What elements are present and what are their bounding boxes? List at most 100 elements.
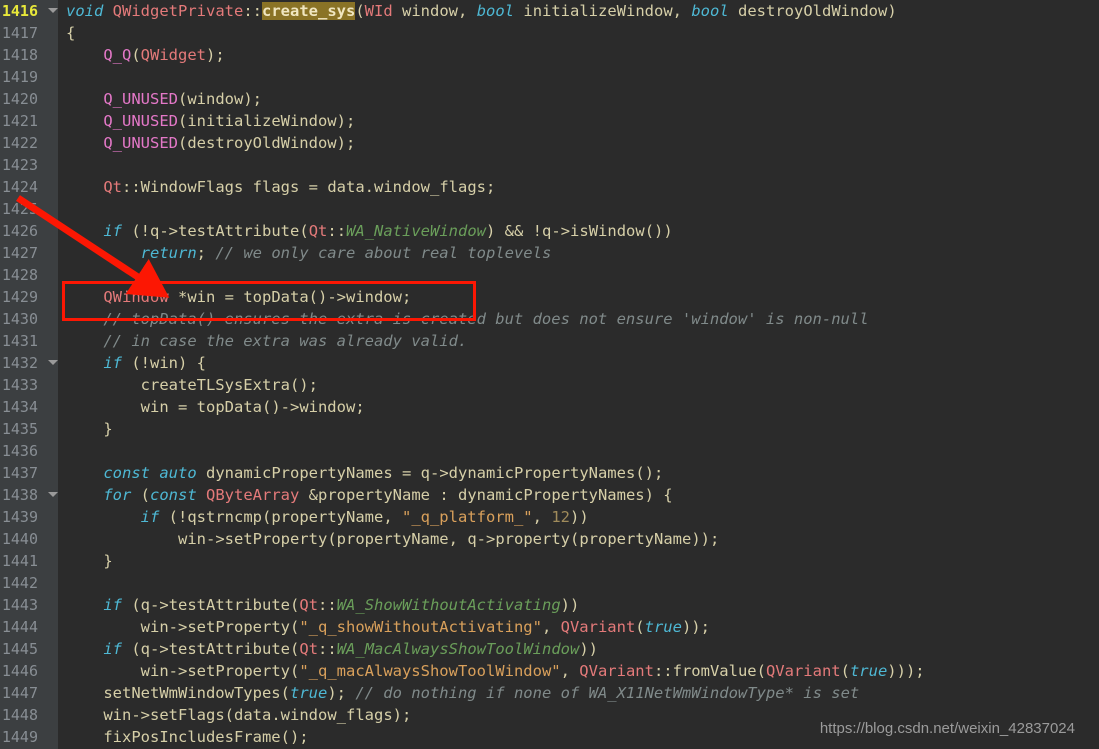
code-line[interactable]: return; // we only care about real tople… (58, 242, 1099, 264)
watermark-url: https://blog.csdn.net/weixin_42837024 (819, 720, 1075, 737)
line-number[interactable]: 1445 (0, 638, 58, 660)
line-number[interactable]: 1424 (0, 176, 58, 198)
code-line[interactable]: createTLSysExtra(); (58, 374, 1099, 396)
code-line[interactable]: Q_UNUSED(initializeWindow); (58, 110, 1099, 132)
code-line[interactable]: setNetWmWindowTypes(true); // do nothing… (58, 682, 1099, 704)
line-number[interactable]: 1427 (0, 242, 58, 264)
chevron-down-icon[interactable] (48, 492, 58, 497)
macro: Q_UNUSED (103, 112, 178, 130)
line-number[interactable]: 1423 (0, 154, 58, 176)
code-line[interactable] (58, 264, 1099, 286)
code-line[interactable]: void QWidgetPrivate::create_sys(WId wind… (58, 0, 1099, 22)
code-comment: // topData() ensures the extra is create… (103, 310, 869, 328)
line-number-current[interactable]: 1416 (0, 0, 58, 22)
code-line[interactable]: // topData() ensures the extra is create… (58, 308, 1099, 330)
line-number[interactable]: 1444 (0, 616, 58, 638)
code-content-area[interactable]: void QWidgetPrivate::create_sys(WId wind… (58, 0, 1099, 749)
code-line[interactable] (58, 572, 1099, 594)
line-number[interactable]: 1421 (0, 110, 58, 132)
line-number[interactable]: 1441 (0, 550, 58, 572)
line-number[interactable]: 1430 (0, 308, 58, 330)
type-name: WId (364, 2, 393, 20)
enum-value: WA_ShowWithoutActivating (336, 596, 561, 614)
code-line[interactable]: win = topData()->window; (58, 396, 1099, 418)
line-number[interactable]: 1446 (0, 660, 58, 682)
code-comment: // in case the extra was already valid. (103, 332, 468, 350)
code-line[interactable]: } (58, 418, 1099, 440)
code-line[interactable]: if (!win) { (58, 352, 1099, 374)
identifier: q (467, 530, 477, 548)
line-number[interactable]: 1438 (0, 484, 58, 506)
identifier: initializeWindow (523, 2, 673, 20)
line-number[interactable]: 1417 (0, 22, 58, 44)
identifier: window (402, 2, 459, 20)
code-line[interactable]: Qt::WindowFlags flags = data.window_flag… (58, 176, 1099, 198)
code-line[interactable]: win->setProperty("_q_showWithoutActivati… (58, 616, 1099, 638)
number-literal: 12 (551, 508, 570, 526)
line-number[interactable]: 1440 (0, 528, 58, 550)
code-line[interactable]: } (58, 550, 1099, 572)
code-line[interactable]: { (58, 22, 1099, 44)
code-line[interactable]: if (q->testAttribute(Qt::WA_MacAlwaysSho… (58, 638, 1099, 660)
line-number[interactable]: 1422 (0, 132, 58, 154)
code-line[interactable]: if (!qstrncmp(propertyName, "_q_platform… (58, 506, 1099, 528)
identifier: window (345, 288, 402, 306)
identifier: setProperty (224, 530, 328, 548)
identifier: flags (252, 178, 300, 196)
identifier: property (495, 530, 570, 548)
line-number[interactable]: 1442 (0, 572, 58, 594)
line-number[interactable]: 1448 (0, 704, 58, 726)
code-line[interactable] (58, 66, 1099, 88)
selected-text[interactable]: create_sys (262, 2, 356, 20)
code-line[interactable]: if (q->testAttribute(Qt::WA_ShowWithoutA… (58, 594, 1099, 616)
line-number[interactable]: 1432 (0, 352, 58, 374)
identifier: win (140, 618, 169, 636)
code-line[interactable] (58, 198, 1099, 220)
chevron-down-icon[interactable] (48, 360, 58, 365)
line-number[interactable]: 1426 (0, 220, 58, 242)
line-number-gutter[interactable]: 1415141614171418141914201421142214231424… (0, 0, 58, 749)
chevron-down-icon[interactable] (48, 8, 58, 13)
line-number[interactable]: 1449 (0, 726, 58, 748)
code-line[interactable]: Q_UNUSED(window); (58, 88, 1099, 110)
code-line[interactable] (58, 154, 1099, 176)
code-line[interactable]: Q_Q(QWidget); (58, 44, 1099, 66)
line-number[interactable]: 1435 (0, 418, 58, 440)
type-name: Qt (299, 640, 319, 658)
line-number[interactable]: 1419 (0, 66, 58, 88)
code-line[interactable] (58, 440, 1099, 462)
code-line[interactable]: const auto dynamicPropertyNames = q->dyn… (58, 462, 1099, 484)
keyword: if (103, 222, 122, 240)
line-number[interactable]: 1439 (0, 506, 58, 528)
line-number[interactable]: 1420 (0, 88, 58, 110)
enum-value: WA_NativeWindow (346, 222, 487, 240)
identifier: q (420, 464, 430, 482)
identifier: isWindow (570, 222, 645, 240)
macro: Q_UNUSED (103, 134, 178, 152)
line-number[interactable]: 1437 (0, 462, 58, 484)
type-name: QVariant (560, 618, 636, 636)
code-line[interactable]: if (!q->testAttribute(Qt::WA_NativeWindo… (58, 220, 1099, 242)
identifier: createTLSysExtra (140, 376, 290, 394)
line-number[interactable]: 1433 (0, 374, 58, 396)
line-number[interactable]: 1425 (0, 198, 58, 220)
line-number[interactable]: 1436 (0, 440, 58, 462)
keyword: if (103, 640, 122, 658)
code-editor[interactable]: 1415141614171418141914201421142214231424… (0, 0, 1099, 749)
code-line[interactable]: win->setProperty(propertyName, q->proper… (58, 528, 1099, 550)
line-number[interactable]: 1447 (0, 682, 58, 704)
code-line[interactable]: // in case the extra was already valid. (58, 330, 1099, 352)
line-number[interactable]: 1443 (0, 594, 58, 616)
line-number[interactable]: 1434 (0, 396, 58, 418)
keyword: if (103, 354, 122, 372)
code-line[interactable]: Q_UNUSED(destroyOldWindow); (58, 132, 1099, 154)
identifier: data (234, 706, 272, 724)
code-line[interactable]: for (const QByteArray &propertyName : dy… (58, 484, 1099, 506)
line-number[interactable]: 1428 (0, 264, 58, 286)
code-line[interactable]: win->setProperty("_q_macAlwaysShowToolWi… (58, 660, 1099, 682)
line-number[interactable]: 1429 (0, 286, 58, 308)
identifier: q (150, 222, 160, 240)
line-number[interactable]: 1431 (0, 330, 58, 352)
code-line[interactable]: QWindow *win = topData()->window; (58, 286, 1099, 308)
line-number[interactable]: 1418 (0, 44, 58, 66)
